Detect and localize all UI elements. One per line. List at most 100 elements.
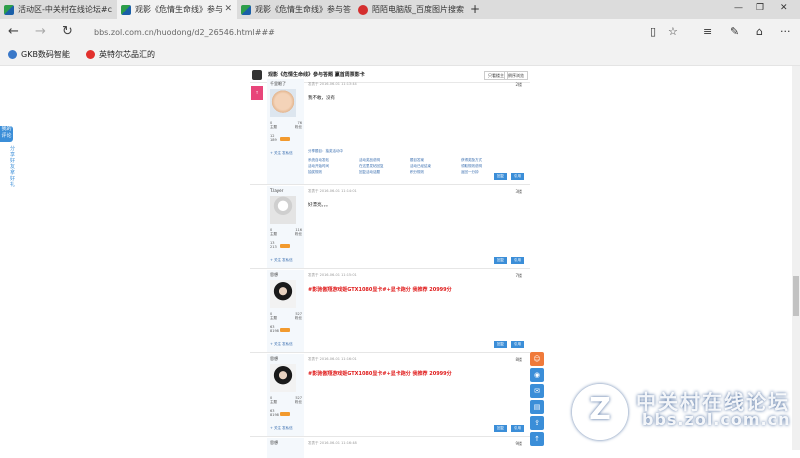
tab-label: 活动区-中关村在线论坛#c bbox=[18, 5, 112, 14]
author-name[interactable]: 思想 bbox=[270, 272, 278, 278]
tab-baidu-image[interactable]: 陌陌电脑版_百度图片搜索 bbox=[354, 0, 467, 19]
side-tab-button[interactable]: 我的 评论 bbox=[0, 126, 13, 142]
mail-icon[interactable]: ✉ bbox=[530, 384, 544, 398]
follow-link[interactable]: + 关注 bbox=[270, 342, 281, 346]
avatar[interactable] bbox=[270, 280, 296, 308]
exp-value: 8198 bbox=[270, 329, 279, 333]
share-icon[interactable]: ⌂ bbox=[756, 25, 763, 38]
tab-label: 观影《危情生命线》参与 bbox=[135, 5, 223, 14]
follow-link[interactable]: + 关注 bbox=[270, 426, 281, 430]
favorite-gkb[interactable]: GKB数码智能 bbox=[8, 49, 70, 60]
favorite-intel[interactable]: 英特尔芯品汇的 bbox=[86, 49, 155, 60]
tab-thread[interactable]: 观影《危情生命线》参与答 bbox=[237, 0, 354, 19]
new-tab-icon[interactable]: + bbox=[470, 2, 480, 16]
share-icon[interactable]: ⇪ bbox=[530, 416, 544, 430]
reply-button[interactable]: 回复 bbox=[494, 257, 507, 264]
back-to-top-icon[interactable]: ↑ bbox=[530, 432, 544, 446]
tip-link[interactable]: 回复活动话题 bbox=[359, 170, 406, 175]
quote-button[interactable]: 引用 bbox=[511, 341, 524, 348]
quote-button[interactable]: 引用 bbox=[511, 173, 524, 180]
address-input[interactable]: bbs.zol.com.cn/huodong/d2_26546.html### bbox=[88, 23, 648, 41]
author-links: + 关注 发私信 bbox=[270, 258, 293, 263]
favorite-star-icon[interactable]: ☆ bbox=[668, 25, 678, 38]
comment-icon[interactable]: ▤ bbox=[530, 400, 544, 414]
tip-link[interactable]: 活动奖品说明 bbox=[359, 158, 406, 163]
restore-icon[interactable]: ❐ bbox=[756, 3, 764, 13]
refresh-icon[interactable]: ↻ bbox=[62, 24, 73, 39]
message-link[interactable]: 发私信 bbox=[282, 151, 293, 155]
stat-label: 主题 bbox=[270, 316, 277, 320]
floor-number: 9楼 bbox=[515, 441, 522, 446]
qq-icon[interactable]: ◉ bbox=[530, 368, 544, 382]
reply-button[interactable]: 回复 bbox=[494, 173, 507, 180]
minimize-icon[interactable]: — bbox=[734, 3, 743, 13]
quote-button[interactable]: 引用 bbox=[511, 257, 524, 264]
author-name[interactable]: 千里眼了 bbox=[270, 81, 286, 87]
tip-link[interactable]: 在这里发帖回复 bbox=[359, 164, 406, 169]
quote-button[interactable]: 引用 bbox=[511, 425, 524, 432]
close-tab-icon[interactable]: ✕ bbox=[224, 4, 232, 14]
tab-thread-active[interactable]: 观影《危情生命线》参与 ✕ bbox=[117, 0, 237, 19]
stat-label: 主题 bbox=[270, 400, 277, 404]
follow-link[interactable]: + 关注 bbox=[270, 151, 281, 155]
scrollbar-thumb[interactable] bbox=[793, 276, 799, 316]
post-floor-3: T.layer 0 116 主题 粉丝 13 213 + 关注 发私信 发表于 20… bbox=[250, 186, 530, 269]
share-side-tab[interactable]: 我的 评论 分享好友拿好礼 bbox=[0, 126, 16, 196]
post-content: #影驰傲翔游戏姬GTX1080显卡#+显卡跑分 我推荐 20999分 bbox=[308, 371, 452, 377]
activity-tips: 分享题目：抽奖活动中 系统自动发帖 活动奖品说明 题目答案 获得奖励方式 活动开… bbox=[308, 149, 508, 175]
message-link[interactable]: 发私信 bbox=[282, 258, 293, 262]
follow-link[interactable]: + 关注 bbox=[270, 258, 281, 262]
post-floor-7: 思想 0 527 主题 粉丝 63 8198 + 关注 发私信 发表于 2016-0… bbox=[250, 270, 530, 353]
forward-icon[interactable]: → bbox=[35, 24, 46, 39]
chat-icon[interactable]: ☺ bbox=[530, 352, 544, 366]
browser-tab-bar: 活动区-中关村在线论坛#c 观影《危情生命线》参与 ✕ 观影《危情生命线》参与答… bbox=[0, 0, 800, 19]
tip-link[interactable]: 获得奖励方式 bbox=[461, 158, 508, 163]
web-note-icon[interactable]: ✎ bbox=[730, 25, 739, 38]
tab-activity[interactable]: 活动区-中关村在线论坛#c bbox=[0, 0, 117, 19]
hub-icon[interactable]: ≡ bbox=[703, 25, 712, 38]
author-panel: 思想 0 527 主题 粉丝 63 8198 + 关注 发私信 bbox=[267, 270, 304, 352]
tab-label: 观影《危情生命线》参与答 bbox=[255, 5, 351, 14]
tip-link[interactable]: 领取规则说明 bbox=[461, 164, 508, 169]
floor-number: 3楼 bbox=[515, 189, 522, 194]
tip-link[interactable]: 抽奖规则 bbox=[308, 170, 355, 175]
avatar[interactable] bbox=[270, 364, 296, 392]
rank-badge bbox=[280, 137, 290, 141]
thread-title: 观影《危情生命线》参与答题 赢首周票影卡 bbox=[268, 72, 365, 78]
page-scrollbar[interactable] bbox=[792, 66, 800, 450]
author-name[interactable]: 思想 bbox=[270, 356, 278, 362]
more-icon[interactable]: ··· bbox=[780, 25, 791, 38]
zol-favicon-icon bbox=[121, 4, 131, 15]
reply-button[interactable]: 回复 bbox=[494, 425, 507, 432]
tip-link[interactable]: 活动开始时间 bbox=[308, 164, 355, 169]
stat-label: 粉丝 bbox=[295, 232, 302, 236]
tip-link[interactable]: 题目答案 bbox=[410, 158, 457, 163]
stat-label: 粉丝 bbox=[295, 400, 302, 404]
post-content: 我不敢，没有 bbox=[308, 96, 335, 101]
exp-value: 8198 bbox=[270, 413, 279, 417]
stat-label: 主题 bbox=[270, 125, 277, 129]
back-icon[interactable]: ← bbox=[8, 24, 19, 39]
post-floor-9: 思想 发表于 2016-06-01 11:16:48 9楼 bbox=[250, 438, 530, 458]
reply-button[interactable]: 回复 bbox=[494, 341, 507, 348]
tip-link[interactable]: 活动已经结束 bbox=[410, 164, 457, 169]
avatar[interactable] bbox=[270, 89, 296, 117]
reading-view-icon[interactable]: ▯ bbox=[650, 25, 656, 38]
zol-favicon-icon bbox=[241, 4, 251, 15]
zol-logo-mark: Z bbox=[572, 384, 628, 440]
author-name[interactable]: T.layer bbox=[270, 188, 283, 193]
author-name[interactable]: 思想 bbox=[270, 440, 278, 446]
avatar[interactable] bbox=[270, 196, 296, 224]
author-panel: T.layer 0 116 主题 粉丝 13 213 + 关注 发私信 bbox=[267, 186, 304, 268]
tip-link[interactable]: 系统自动发帖 bbox=[308, 158, 355, 163]
post-content: #影驰傲翔游戏姬GTX1080显卡#+显卡跑分 我推荐 20999分 bbox=[308, 287, 452, 293]
tip-link[interactable]: 积分规则 bbox=[410, 170, 457, 175]
floor-number: 7楼 bbox=[515, 273, 522, 278]
tips-title: 分享题目：抽奖活动中 bbox=[308, 149, 343, 153]
favorites-bar: GKB数码智能 英特尔芯品汇的 bbox=[0, 45, 800, 66]
message-link[interactable]: 发私信 bbox=[282, 426, 293, 430]
message-link[interactable]: 发私信 bbox=[282, 342, 293, 346]
post-actions: 回复 引用 bbox=[490, 173, 524, 180]
close-window-icon[interactable]: ✕ bbox=[780, 3, 788, 13]
post-time: 发表于 2016-06-01 11:16:01 bbox=[308, 357, 357, 361]
